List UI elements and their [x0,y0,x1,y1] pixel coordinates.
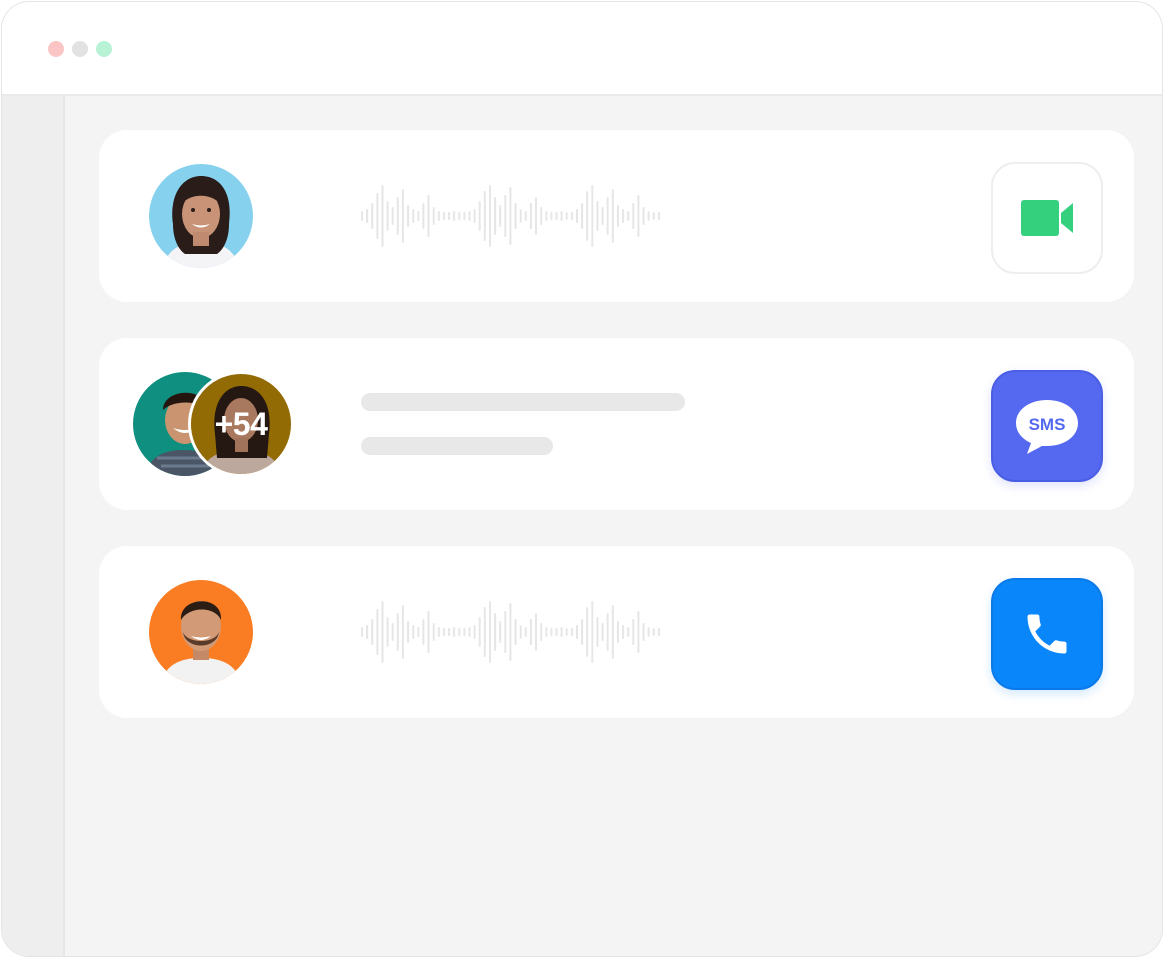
app-window: +54 SMS [1,1,1163,957]
voice-waveform [361,185,660,247]
conversation-card-video[interactable] [99,130,1134,302]
sms-button[interactable]: SMS [991,370,1103,482]
group-count-label: +54 [214,405,268,442]
sms-bubble-icon: SMS [1016,400,1078,454]
phone-icon [1027,614,1067,654]
voice-waveform [361,601,660,663]
contact-avatar [149,164,253,268]
contact-avatar [149,580,253,684]
conversation-card-call[interactable] [99,546,1134,718]
sms-label: SMS [1029,415,1066,434]
minimize-window-button[interactable] [72,41,88,57]
close-window-button[interactable] [48,41,64,57]
woman-portrait-image [149,164,253,268]
video-call-button[interactable] [991,162,1103,274]
conversation-card-sms[interactable]: +54 SMS [99,338,1134,510]
group-avatar-overflow[interactable]: +54 [188,371,294,477]
message-preview-line [361,393,685,411]
video-camera-icon [1021,200,1073,236]
maximize-window-button[interactable] [96,41,112,57]
man-portrait-image [149,580,253,684]
phone-call-button[interactable] [991,578,1103,690]
sidebar [2,96,65,956]
title-bar [2,2,1162,96]
message-preview-line [361,437,553,455]
